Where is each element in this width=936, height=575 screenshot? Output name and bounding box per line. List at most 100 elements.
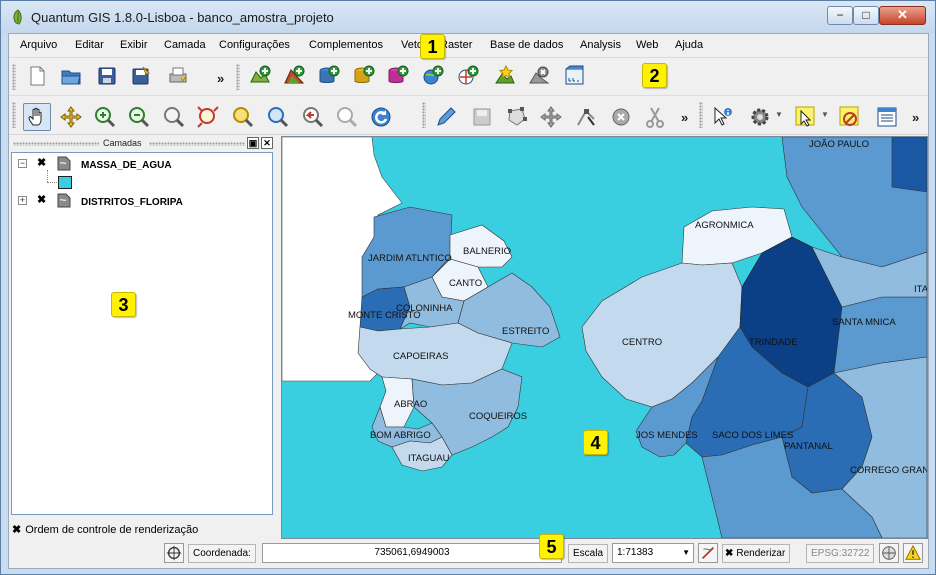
toolbar-grip[interactable] bbox=[12, 102, 16, 128]
map-label: JOS MENDES bbox=[636, 430, 698, 441]
add-mssql-layer-icon[interactable] bbox=[386, 64, 410, 88]
zoom-last-icon[interactable] bbox=[301, 105, 325, 129]
projection-globe-icon[interactable] bbox=[879, 543, 899, 563]
attribute-table-icon[interactable] bbox=[875, 105, 899, 129]
menu-camada[interactable]: Camada bbox=[164, 39, 206, 51]
render-checkbox[interactable]: ✖ bbox=[725, 548, 733, 559]
map-label: TRINDADE bbox=[749, 337, 798, 348]
actions-dropdown-icon[interactable]: ▼ bbox=[775, 110, 783, 119]
expand-icon[interactable]: + bbox=[18, 196, 27, 205]
identify-icon[interactable] bbox=[710, 105, 734, 129]
pan-to-selection-icon[interactable] bbox=[59, 105, 83, 129]
menu-exibir[interactable]: Exibir bbox=[120, 39, 148, 51]
menu-configuracoes[interactable]: Configurações bbox=[219, 39, 290, 51]
coordinate-field[interactable]: 735061,6949003 bbox=[262, 543, 562, 563]
zoom-next-icon[interactable] bbox=[335, 105, 359, 129]
add-spatialite-layer-icon[interactable] bbox=[352, 64, 376, 88]
new-shapefile-icon[interactable] bbox=[493, 64, 517, 88]
save-as-icon[interactable] bbox=[129, 64, 153, 88]
toggle-editing-icon[interactable] bbox=[434, 105, 458, 129]
add-wms-layer-icon[interactable] bbox=[421, 64, 445, 88]
menu-editar[interactable]: Editar bbox=[75, 39, 104, 51]
zoom-actual-size-icon[interactable] bbox=[266, 105, 290, 129]
add-wfs-layer-icon[interactable] bbox=[456, 64, 480, 88]
menu-web[interactable]: Web bbox=[636, 39, 658, 51]
qgis-main-window: Quantum GIS 1.8.0-Lisboa - banco_amostra… bbox=[0, 0, 936, 575]
delete-selected-icon[interactable] bbox=[609, 105, 633, 129]
layers-panel-title: Camadas bbox=[103, 138, 142, 148]
menu-analysis[interactable]: Analysis bbox=[580, 39, 621, 51]
render-toggle[interactable]: ✖ Renderizar bbox=[722, 544, 791, 563]
minimize-button[interactable]: − bbox=[827, 6, 853, 25]
map-label: SANTA MNICA bbox=[832, 317, 896, 328]
coordinate-label: Coordenada: bbox=[188, 544, 256, 563]
crs-status[interactable]: EPSG:32722 bbox=[806, 544, 875, 563]
toolbar-grip[interactable] bbox=[236, 64, 240, 90]
zoom-out-icon[interactable] bbox=[127, 105, 151, 129]
coordinate-toggle-icon[interactable] bbox=[164, 543, 184, 563]
layer-visibility-checkbox[interactable]: ✖ bbox=[37, 158, 48, 169]
actions-icon[interactable] bbox=[748, 105, 772, 129]
pan-icon[interactable] bbox=[23, 103, 51, 131]
select-dropdown-icon[interactable]: ▼ bbox=[821, 110, 829, 119]
menu-arquivo[interactable]: Arquivo bbox=[20, 39, 57, 51]
close-button[interactable]: ✕ bbox=[879, 6, 926, 25]
toolbar-more-icon[interactable]: » bbox=[681, 110, 688, 125]
close-panel-icon[interactable]: ✕ bbox=[261, 137, 273, 149]
node-tool-icon[interactable] bbox=[574, 105, 598, 129]
deselect-icon[interactable] bbox=[838, 105, 862, 129]
add-postgis-layer-icon[interactable] bbox=[317, 64, 341, 88]
toolbar-navigation: » ▼ ▼ » bbox=[9, 95, 928, 135]
zoom-full-icon[interactable] bbox=[162, 105, 186, 129]
warning-icon[interactable] bbox=[903, 543, 923, 563]
float-panel-icon[interactable]: ▣ bbox=[247, 137, 259, 149]
map-label: COQUEIROS bbox=[469, 411, 527, 422]
map-label: ESTREITO bbox=[502, 326, 549, 337]
refresh-icon[interactable] bbox=[369, 105, 393, 129]
toolbar-grip[interactable] bbox=[12, 64, 16, 90]
stop-render-icon[interactable] bbox=[698, 543, 718, 563]
remove-layer-icon[interactable] bbox=[527, 64, 551, 88]
move-feature-icon[interactable] bbox=[539, 105, 563, 129]
toolbar-grip[interactable] bbox=[422, 102, 426, 128]
toolbar-more-icon[interactable]: » bbox=[217, 71, 224, 86]
toolbar-more-icon[interactable]: » bbox=[912, 110, 919, 125]
layers-panel-header[interactable]: Camadas ▣ ✕ bbox=[9, 136, 277, 152]
cut-features-icon[interactable] bbox=[643, 105, 667, 129]
render-label: Renderizar bbox=[736, 548, 786, 559]
scale-combobox[interactable]: 1:71383 ▼ bbox=[612, 543, 694, 563]
add-raster-layer-icon[interactable] bbox=[282, 64, 306, 88]
maximize-button[interactable]: □ bbox=[853, 6, 879, 25]
capture-polygon-icon[interactable] bbox=[505, 105, 529, 129]
toolbar-file-layers: » bbox=[9, 57, 928, 95]
open-project-icon[interactable] bbox=[59, 64, 83, 88]
select-icon[interactable] bbox=[794, 105, 818, 129]
zoom-to-layer-icon[interactable] bbox=[231, 105, 255, 129]
menu-complementos[interactable]: Complementos bbox=[309, 39, 383, 51]
zoom-in-icon[interactable] bbox=[93, 105, 117, 129]
add-vector-layer-icon[interactable] bbox=[248, 64, 272, 88]
legend-swatch bbox=[58, 176, 72, 189]
map-canvas[interactable]: JOÃO PAULO AGRONMICA BALNERIO JARDIM ATL… bbox=[281, 136, 928, 539]
collapse-icon[interactable]: − bbox=[18, 159, 27, 168]
chevron-down-icon: ▼ bbox=[682, 548, 690, 557]
render-order-checkbox[interactable]: ✖ bbox=[12, 524, 21, 536]
render-order-toggle[interactable]: ✖ Ordem de controle de renderização bbox=[12, 523, 198, 536]
map-label: ITAGUAU bbox=[408, 453, 450, 464]
panel-grip bbox=[13, 142, 99, 146]
new-project-icon[interactable] bbox=[25, 64, 49, 88]
callout-5: 5 bbox=[539, 534, 564, 559]
toolbar-grip[interactable] bbox=[699, 102, 703, 128]
add-delimited-text-icon[interactable] bbox=[563, 64, 587, 88]
qgis-logo-icon bbox=[13, 9, 22, 25]
menu-ajuda[interactable]: Ajuda bbox=[675, 39, 703, 51]
zoom-to-selection-icon[interactable] bbox=[196, 105, 220, 129]
layer-visibility-checkbox[interactable]: ✖ bbox=[37, 195, 48, 206]
map-label: ABRAO bbox=[394, 399, 427, 410]
app-frame: Arquivo Editar Exibir Camada Configuraçõ… bbox=[8, 33, 929, 569]
save-edits-icon[interactable] bbox=[470, 105, 494, 129]
save-project-icon[interactable] bbox=[95, 64, 119, 88]
maximize-icon: □ bbox=[862, 8, 870, 22]
menu-base-de-dados[interactable]: Base de dados bbox=[490, 39, 563, 51]
print-composer-icon[interactable] bbox=[166, 64, 190, 88]
